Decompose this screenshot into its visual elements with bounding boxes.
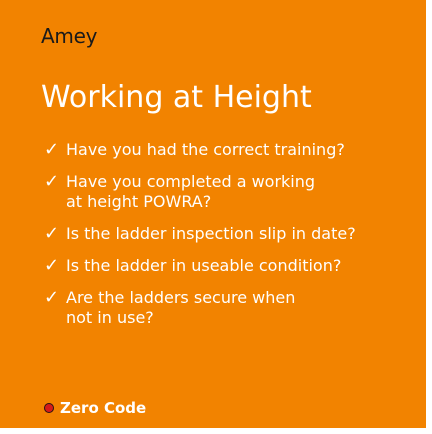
checklist-item-text: Are the ladders secure when: [66, 288, 296, 307]
check-icon: ✓: [44, 223, 60, 244]
checklist-item: ✓ Have you completed a working at height…: [44, 172, 356, 212]
check-icon: ✓: [44, 287, 60, 308]
check-icon: ✓: [44, 139, 60, 160]
checklist-item: ✓ Is the ladder inspection slip in date?: [44, 224, 356, 244]
red-dot-icon: [44, 403, 54, 413]
checklist-item-text: Have you had the correct training?: [66, 140, 345, 159]
zero-code-badge: Zero Code: [44, 399, 146, 417]
checklist-item-text: at height POWRA?: [66, 192, 212, 211]
checklist-item: ✓ Have you had the correct training?: [44, 140, 356, 160]
checklist-item-text: Have you completed a working: [66, 172, 316, 191]
zero-code-label: Zero Code: [60, 399, 147, 417]
checklist-item-text: not in use?: [66, 308, 154, 327]
page-title: Working at Height: [41, 80, 312, 115]
brand-logo: Amey: [41, 24, 98, 48]
check-icon: ✓: [44, 255, 60, 276]
checklist-item: ✓ Is the ladder in useable condition?: [44, 256, 356, 276]
checklist-item-text: Is the ladder in useable condition?: [66, 256, 342, 275]
poster-card: Amey Working at Height ✓ Have you had th…: [0, 0, 426, 428]
check-icon: ✓: [44, 171, 60, 192]
checklist-item: ✓ Are the ladders secure when not in use…: [44, 288, 356, 328]
checklist: ✓ Have you had the correct training? ✓ H…: [44, 140, 356, 339]
checklist-item-text: Is the ladder inspection slip in date?: [66, 224, 356, 243]
